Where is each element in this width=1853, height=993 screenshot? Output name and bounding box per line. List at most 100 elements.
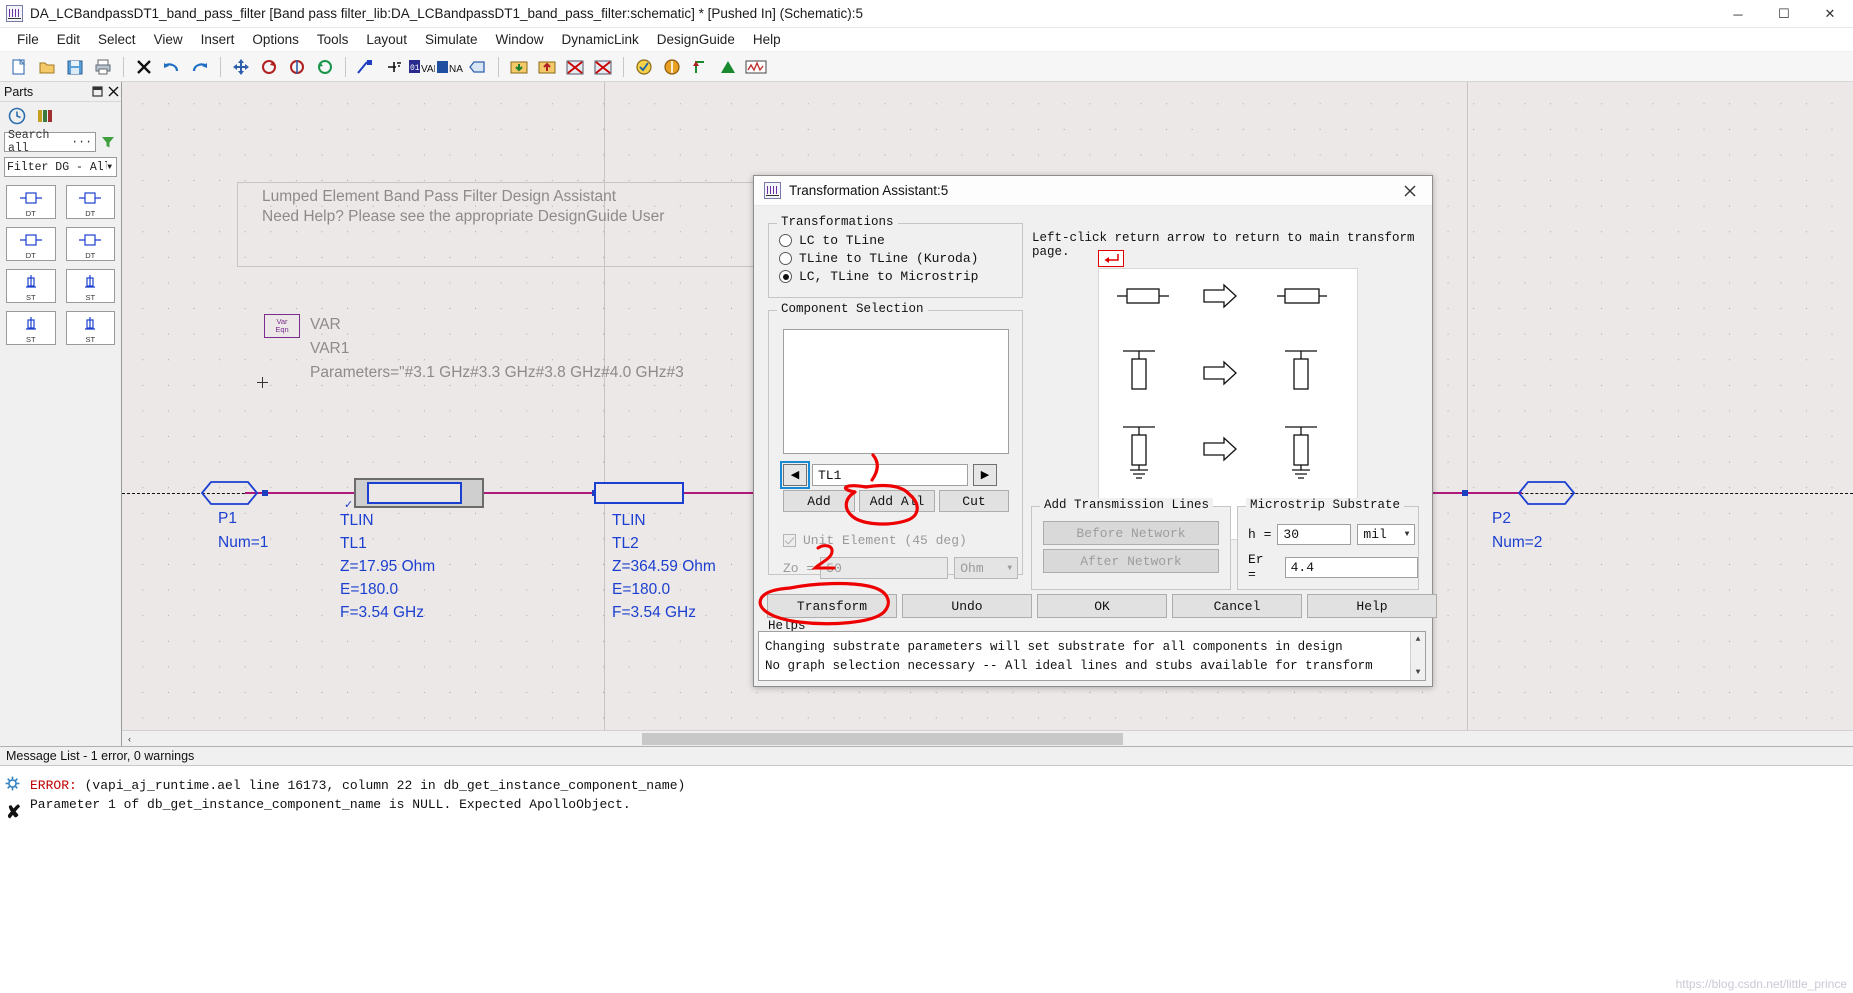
part-item[interactable]: DT: [6, 185, 56, 219]
radio-lc-to-tline[interactable]: LC to TLine: [779, 233, 1022, 248]
help-button[interactable]: Help: [1307, 594, 1437, 618]
menu-layout[interactable]: Layout: [357, 30, 416, 49]
undo-button[interactable]: Undo: [902, 594, 1032, 618]
data-display-icon[interactable]: [743, 55, 769, 79]
scroll-up-arrow-icon[interactable]: ▲: [1411, 632, 1425, 647]
add-button[interactable]: Add: [783, 490, 855, 512]
close-button[interactable]: ✕: [1807, 0, 1853, 28]
before-network-button[interactable]: Before Network: [1043, 521, 1219, 545]
maximize-button[interactable]: ☐: [1761, 0, 1807, 28]
menu-file[interactable]: File: [8, 30, 48, 49]
var-eqn-icon[interactable]: 01VAR: [409, 55, 435, 79]
pop-out-icon[interactable]: [534, 55, 560, 79]
menu-designguide[interactable]: DesignGuide: [648, 30, 744, 49]
delete-icon[interactable]: [131, 55, 157, 79]
add-all-button[interactable]: Add All: [859, 490, 935, 512]
cancel-button[interactable]: Cancel: [1172, 594, 1302, 618]
after-network-button[interactable]: After Network: [1043, 549, 1219, 573]
radio-lc-tline-to-microstrip[interactable]: LC, TLine to Microstrip: [779, 269, 1022, 284]
search-input[interactable]: Search all ···: [4, 129, 96, 155]
print-icon[interactable]: [90, 55, 116, 79]
menu-window[interactable]: Window: [486, 30, 552, 49]
substrate-er-input[interactable]: 4.4: [1284, 556, 1418, 578]
rotate-icon[interactable]: [256, 55, 282, 79]
transformation-assistant-dialog[interactable]: Transformation Assistant:5 Transformatio…: [753, 175, 1437, 687]
menu-insert[interactable]: Insert: [192, 30, 244, 49]
history-icon[interactable]: [6, 105, 28, 127]
close-icon[interactable]: [105, 84, 121, 100]
sync-icon[interactable]: [312, 55, 338, 79]
save-icon[interactable]: [62, 55, 88, 79]
wire-node[interactable]: [262, 490, 268, 496]
part-item[interactable]: DT: [65, 185, 115, 219]
redo-icon[interactable]: [187, 55, 213, 79]
part-item[interactable]: ST: [6, 311, 56, 345]
menu-options[interactable]: Options: [243, 30, 308, 49]
part-item[interactable]: DT: [65, 227, 115, 261]
canvas-horizontal-scrollbar[interactable]: ‹: [122, 730, 1853, 746]
mirror-icon[interactable]: [284, 55, 310, 79]
checkbox-icon[interactable]: [783, 534, 796, 547]
menu-dynamiclink[interactable]: DynamicLink: [553, 30, 648, 49]
menu-select[interactable]: Select: [89, 30, 145, 49]
wire-name-icon[interactable]: NAME: [437, 55, 463, 79]
deactivate-icon[interactable]: [562, 55, 588, 79]
zo-input[interactable]: 50: [820, 557, 949, 579]
scrollbar-track[interactable]: [137, 732, 1853, 746]
message-list-body[interactable]: ✘ ERROR: (vapi_aj_runtime.ael line 16173…: [0, 766, 1853, 993]
push-into-icon[interactable]: [506, 55, 532, 79]
wire-icon[interactable]: [353, 55, 379, 79]
dialog-close-button[interactable]: [1388, 176, 1432, 206]
open-icon[interactable]: [34, 55, 60, 79]
part-item[interactable]: ST: [65, 311, 115, 345]
port-p2-symbol[interactable]: [1517, 480, 1575, 506]
radio-tline-to-tline-kuroda[interactable]: TLine to TLine (Kuroda): [779, 251, 1022, 266]
library-icon[interactable]: [34, 105, 56, 127]
unit-element-checkbox-row[interactable]: Unit Element (45 deg): [783, 533, 967, 548]
move-icon[interactable]: [228, 55, 254, 79]
minimize-button[interactable]: ─: [1715, 0, 1761, 28]
helps-text-box[interactable]: Changing substrate parameters will set s…: [758, 631, 1426, 681]
part-item[interactable]: ST: [65, 269, 115, 303]
tlin-tl2-symbol[interactable]: [594, 482, 684, 504]
tlin-tl1-symbol[interactable]: [367, 482, 462, 504]
return-arrow-icon[interactable]: [1098, 250, 1124, 267]
annotate-icon[interactable]: [687, 55, 713, 79]
next-component-button[interactable]: ▶: [973, 464, 997, 486]
tune-icon[interactable]: [659, 55, 685, 79]
disable-icon[interactable]: [590, 55, 616, 79]
scroll-down-arrow-icon[interactable]: ▼: [1411, 665, 1425, 680]
substrate-h-unit-select[interactable]: mil ▼: [1357, 524, 1416, 545]
pin-icon[interactable]: [89, 84, 105, 100]
menu-edit[interactable]: Edit: [48, 30, 89, 49]
scroll-left-arrow-icon[interactable]: ‹: [122, 731, 137, 746]
wire-segment[interactable]: [482, 492, 592, 494]
wire-node[interactable]: [1462, 490, 1468, 496]
port-p1-symbol[interactable]: [200, 480, 258, 506]
undo-icon[interactable]: [159, 55, 185, 79]
scrollbar-thumb[interactable]: [642, 732, 1123, 745]
zo-unit-select[interactable]: Ohm ▼: [954, 557, 1019, 579]
x-icon[interactable]: ✘: [5, 803, 22, 821]
optim-icon[interactable]: [715, 55, 741, 79]
previous-component-button[interactable]: ◀: [780, 461, 810, 489]
ok-button[interactable]: OK: [1037, 594, 1167, 618]
menu-help[interactable]: Help: [744, 30, 790, 49]
cut-button[interactable]: Cut: [939, 490, 1009, 512]
transform-button[interactable]: Transform: [767, 594, 897, 618]
component-name-input[interactable]: TL1: [812, 464, 968, 486]
radio-button-icon[interactable]: [779, 270, 792, 283]
menu-tools[interactable]: Tools: [308, 30, 358, 49]
port-icon[interactable]: [465, 55, 491, 79]
simulate-icon[interactable]: [631, 55, 657, 79]
menu-simulate[interactable]: Simulate: [416, 30, 487, 49]
helps-scrollbar[interactable]: ▲ ▼: [1410, 632, 1425, 680]
parts-category-select[interactable]: Filter DG - All ▼: [4, 157, 117, 177]
part-item[interactable]: DT: [6, 227, 56, 261]
part-item[interactable]: ST: [6, 269, 56, 303]
var-eqn-symbol[interactable]: Var Eqn: [264, 314, 300, 338]
new-icon[interactable]: [6, 55, 32, 79]
filter-icon[interactable]: [99, 133, 117, 151]
radio-button-icon[interactable]: [779, 252, 792, 265]
component-list[interactable]: [783, 329, 1009, 454]
